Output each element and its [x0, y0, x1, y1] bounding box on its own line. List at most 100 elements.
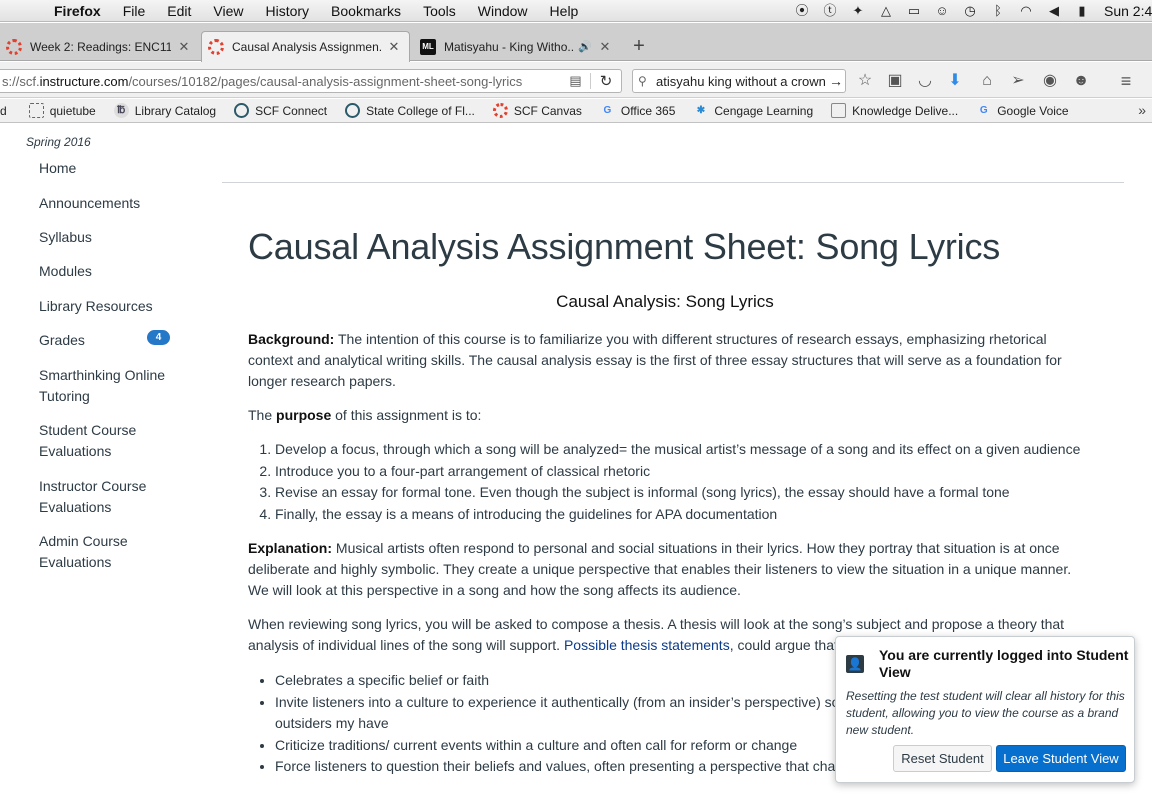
downloads-icon[interactable]: ⬇	[945, 71, 965, 91]
bookmarks-overflow-icon[interactable]: »	[1138, 102, 1146, 118]
cengage-icon: ✱	[696, 105, 706, 116]
nav-label: Smarthinking Online	[39, 367, 166, 383]
bookmark-knowledge-delivery[interactable]: Knowledge Delive...	[831, 103, 958, 118]
tab-strip: Week 2: Readings: ENC110... ✕ Causal Ana…	[0, 23, 1152, 62]
canvas-icon	[492, 103, 508, 118]
nav-home[interactable]: Home	[39, 158, 76, 179]
course-term: Spring 2016	[26, 135, 91, 149]
hamburger-menu-icon[interactable]: ≡	[1116, 71, 1136, 91]
header-divider	[222, 182, 1124, 183]
battery-icon[interactable]: ▮	[1074, 3, 1090, 19]
dropbox-icon[interactable]: ✦	[850, 3, 866, 19]
nav-instructor-course-evaluations[interactable]: Instructor Course Evaluations	[39, 476, 146, 518]
search-go-icon[interactable]: →	[827, 73, 845, 89]
purpose-bold: purpose	[276, 407, 332, 423]
record-icon[interactable]: ⦿	[794, 3, 810, 19]
explanation-text: Musical artists often respond to persona…	[248, 540, 1072, 598]
close-tab-icon[interactable]: ✕	[387, 39, 401, 55]
bookmark-quietube[interactable]: quietube	[28, 103, 96, 118]
close-tab-icon[interactable]: ✕	[177, 39, 191, 55]
search-icon: ⚲	[638, 74, 647, 88]
url-bar[interactable]: s://scf.instructure.com/courses/10182/pa…	[0, 69, 622, 93]
reader-view-icon[interactable]: ▤	[561, 73, 591, 89]
tab-causal-analysis[interactable]: Causal Analysis Assignmen... ✕	[201, 31, 410, 62]
menu-window[interactable]: Window	[478, 3, 528, 19]
search-input[interactable]: atisyahu king without a crown	[656, 74, 827, 89]
close-tab-icon[interactable]: ✕	[598, 39, 612, 55]
bookmark-cengage[interactable]: ✱ Cengage Learning	[693, 103, 813, 118]
accessibility-icon[interactable]: ☺	[934, 3, 950, 19]
bookmark-label: quietube	[49, 103, 96, 118]
send-icon[interactable]: ➢	[1008, 71, 1028, 91]
page-subtitle: Causal Analysis: Song Lyrics	[556, 292, 774, 311]
emoji-icon[interactable]: ☻	[1071, 71, 1091, 91]
bookmark-scf-canvas[interactable]: SCF Canvas	[492, 103, 582, 118]
nav-label: Student Course	[39, 422, 137, 438]
url-domain: instructure.com	[39, 73, 129, 89]
list-item: Introduce you to a four-part arrangement…	[275, 461, 1085, 483]
bookmark-star-icon[interactable]: ☆	[855, 71, 875, 91]
airplay-icon[interactable]: ▭	[906, 3, 922, 19]
search-bar[interactable]: ⚲ atisyahu king without a crown →	[632, 69, 846, 93]
bookmarks-bar: d quietube ℔ Library Catalog SCF Connect …	[0, 99, 1152, 123]
nav-student-course-evaluations[interactable]: Student Course Evaluations	[39, 420, 136, 462]
url-text[interactable]: s://scf.instructure.com/courses/10182/pa…	[0, 74, 561, 89]
bookmark-label: Cengage Learning	[714, 103, 814, 118]
nav-modules[interactable]: Modules	[39, 261, 92, 282]
student-view-description: Resetting the test student will clear al…	[846, 689, 1125, 737]
nav-admin-course-evaluations[interactable]: Admin Course Evaluations	[39, 531, 128, 573]
bookmark-label: SCF Connect	[255, 103, 328, 118]
nav-syllabus[interactable]: Syllabus	[39, 227, 92, 248]
nav-grades[interactable]: Grades	[39, 330, 85, 351]
purpose-pre: The	[248, 407, 277, 423]
home-icon[interactable]: ⌂	[977, 71, 997, 91]
bluetooth-icon[interactable]: ᛒ	[990, 3, 1006, 19]
bookmark-d[interactable]: d	[0, 104, 7, 118]
bookmark-office-365[interactable]: G Office 365	[600, 103, 676, 118]
reading-list-icon[interactable]: ▣	[885, 71, 905, 91]
audio-playing-icon[interactable]: 🔊	[578, 40, 592, 53]
bookmark-label: Office 365	[620, 103, 676, 118]
nav-library-resources[interactable]: Library Resources	[39, 296, 153, 317]
reset-student-button[interactable]: Reset Student	[893, 745, 992, 772]
nav-label: Tutoring	[39, 388, 90, 404]
bookmark-state-college[interactable]: State College of Fl...	[345, 103, 475, 118]
thesis-statements-link[interactable]: Possible thesis statements	[564, 637, 730, 653]
knowledge-icon	[831, 103, 847, 118]
page-title: Causal Analysis Assignment Sheet: Song L…	[248, 226, 1001, 267]
leave-student-view-button[interactable]: Leave Student View	[996, 745, 1126, 772]
nav-announcements[interactable]: Announcements	[39, 193, 140, 214]
bullet-line: outsiders my have	[275, 715, 389, 731]
menu-history[interactable]: History	[265, 3, 309, 19]
menu-edit[interactable]: Edit	[167, 3, 191, 19]
macos-menu-bar: Firefox File Edit View History Bookmarks…	[0, 0, 1152, 22]
extension-icon[interactable]: ◉	[1040, 71, 1060, 91]
nav-smarthinking[interactable]: Smarthinking Online Tutoring	[39, 365, 165, 407]
pocket-icon[interactable]: ◡	[915, 71, 935, 91]
drive-icon[interactable]: △	[878, 3, 894, 19]
nav-label: Evaluations	[39, 443, 112, 459]
bookmark-google-voice[interactable]: G Google Voice	[976, 103, 1069, 118]
new-tab-button[interactable]: +	[629, 35, 649, 57]
menu-view[interactable]: View	[213, 3, 243, 19]
url-host: s://scf.	[2, 73, 40, 89]
menu-clock[interactable]: Sun 2:4	[1104, 3, 1152, 19]
volume-icon[interactable]: ◀	[1046, 3, 1062, 19]
menu-bookmarks[interactable]: Bookmarks	[331, 3, 401, 19]
time-machine-icon[interactable]: ◷	[962, 3, 978, 19]
bookmark-library-catalog[interactable]: ℔ Library Catalog	[113, 103, 216, 118]
tab-matisyahu[interactable]: ML Matisyahu - King Witho... 🔊 ✕	[414, 32, 620, 61]
te-icon[interactable]: ⓣ	[822, 3, 838, 19]
library-icon: ℔	[113, 103, 129, 118]
wifi-icon[interactable]: ◠	[1018, 3, 1034, 19]
bookmark-scf-connect[interactable]: SCF Connect	[234, 103, 327, 118]
menu-file[interactable]: File	[123, 3, 146, 19]
tab-title: Causal Analysis Assignmen...	[232, 40, 381, 54]
reload-icon[interactable]: ↻	[591, 72, 621, 90]
tab-week2-readings[interactable]: Week 2: Readings: ENC110... ✕	[0, 32, 199, 61]
purpose-list: Develop a focus, through which a song wi…	[275, 439, 1085, 525]
menu-tools[interactable]: Tools	[423, 3, 456, 19]
background-label: Background:	[248, 331, 335, 347]
menu-help[interactable]: Help	[550, 3, 579, 19]
menu-firefox[interactable]: Firefox	[54, 3, 101, 19]
